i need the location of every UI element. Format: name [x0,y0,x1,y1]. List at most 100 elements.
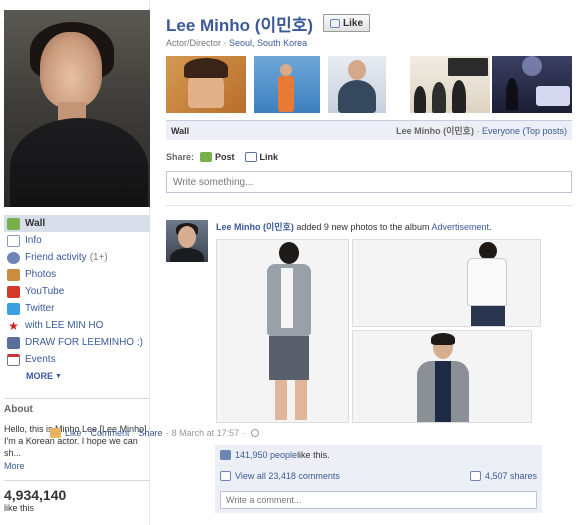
nav-item-label: YouTube [25,286,65,297]
page-likes: 4,934,140 like this [4,480,150,513]
likes-summary: 141,950 people like this. [215,445,542,466]
photo-1-shirt [281,268,293,328]
actions-separator: · [242,428,246,438]
photo-2-shirt [467,258,507,306]
like-page-button[interactable]: Like [323,14,371,32]
story-album-link[interactable]: Advertisement [431,222,489,232]
nav-item-info[interactable]: Info [4,232,150,249]
profile-picture[interactable] [4,10,150,207]
strip-photo-2[interactable] [254,56,320,113]
profile-body [10,118,148,207]
nav-item-label: Friend activity [25,252,87,263]
page-location-link[interactable]: Seoul, South Korea [229,38,307,48]
post-icon [200,152,213,162]
share-post-label: Post [215,152,235,162]
wall-bar-separator: · [473,126,482,136]
nav-item-label: Info [25,235,42,246]
nav-item-label: with LEE MIN HO [25,320,104,331]
strip-photo-3[interactable] [328,56,386,113]
strip-photo-4-fig3 [452,80,466,113]
wall-bar-page-name[interactable]: Lee Minho (이민호) [396,126,474,136]
nav-more-link[interactable]: MORE ▼ [4,368,150,384]
strip-photo-1[interactable] [166,56,246,113]
strip-photo-4[interactable] [410,56,490,113]
share-story-link[interactable]: Share [139,428,163,438]
link-icon [244,152,257,162]
calendar-icon [7,353,20,366]
view-comments[interactable]: View all 23,418 comments [220,471,340,481]
avatar-face [178,226,196,248]
actions-separator: · [84,428,88,438]
photo-3-sweater [435,361,451,422]
strip-photo-4-fig1 [414,86,426,113]
share-post-button[interactable]: Post [200,152,235,162]
likes-label: like this [4,503,35,513]
nav-item-wall[interactable]: Wall [4,215,150,232]
share-link-label: Link [259,152,279,162]
nav-item-twitter[interactable]: Twitter [4,300,150,317]
strip-photo-5[interactable] [492,56,572,113]
like-story-link[interactable]: Like [65,428,82,438]
chevron-down-icon: ▼ [55,372,62,380]
nav-item-draw-for-leeminho[interactable]: DRAW FOR LEEMINHO :) [4,334,150,351]
nav-item-count: (1+) [89,252,108,263]
nav-item-photos[interactable]: Photos [4,266,150,283]
nav-more-label: MORE [26,371,53,381]
comment-placeholder: Write a comment... [226,495,302,505]
photo-3-hair [431,333,455,345]
nav-item-youtube[interactable]: YouTube [4,283,150,300]
wall-bar-filter: Lee Minho (이민호) · Everyone (Top posts) [396,124,567,137]
thumbs-up-icon [330,18,341,28]
page-subtitle: Actor/Director · Seoul, South Korea [166,38,307,48]
about-more-link[interactable]: More [4,461,150,471]
actions-separator: · [132,428,136,438]
actions-separator: · [165,428,169,438]
story-text: added 9 new photos to the album [293,222,432,232]
nav-item-events[interactable]: Events [4,351,150,368]
comment-input[interactable]: Write a comment... [220,491,537,509]
photo-1-head [279,242,299,264]
story-avatar[interactable] [166,220,208,262]
app-icon [7,336,20,349]
nav-item-label: Twitter [25,303,55,314]
strip-photo-2-figure [280,64,292,76]
likes-suffix: like this. [297,450,330,460]
youtube-icon [7,285,20,298]
globe-icon [251,429,260,437]
strip-photo-5-light [522,56,542,76]
photo-2-pants [471,306,505,326]
comment-story-link[interactable]: Comment [91,428,130,438]
wall-bar-everyone-link[interactable]: Everyone (Top posts) [482,126,567,136]
photo-album-icon [50,428,61,438]
story-photo-3[interactable] [352,330,532,423]
strip-photo-2-body [278,76,294,112]
shares-link[interactable]: 4,507 shares [485,471,537,481]
photo-1-leg2 [295,380,307,420]
share-link-button[interactable]: Link [244,152,279,162]
avatar-body [170,248,204,262]
wall-filter-bar: Wall Lee Minho (이민호) · Everyone (Top pos… [166,120,572,140]
nav-item-with-lee-min-ho[interactable]: ★ with LEE MIN HO [4,317,150,334]
strip-photo-3-head [348,60,366,80]
thumbs-up-icon [220,450,231,460]
photo-strip [166,56,572,113]
nav-item-label: Photos [25,269,57,280]
story-timestamp[interactable]: 8 March at 17:57 [172,428,240,438]
nav-item-label: Events [25,354,56,365]
info-icon [7,234,20,247]
story-actions: Like · Comment · Share · 8 March at 17:5… [50,428,260,438]
page-title[interactable]: Lee Minho (이민호) [166,11,313,36]
view-comments-link[interactable]: View all 23,418 comments [235,471,340,481]
comments-summary: View all 23,418 comments 4,507 shares [215,466,542,487]
shares-count[interactable]: 4,507 shares [469,471,537,481]
story-photo-1[interactable] [216,239,349,423]
strip-photo-4-sign [448,58,488,76]
story-end: . [488,222,492,232]
share-label: Share: [166,152,195,162]
story-actor-link[interactable]: Lee Minho (이민호) [216,222,294,232]
nav-item-friend-activity[interactable]: Friend activity (1+) [4,249,150,266]
story-photo-2[interactable] [352,239,541,327]
status-composer[interactable]: Write something... [166,171,572,193]
nav-item-label: Wall [25,218,46,229]
likers-link[interactable]: 141,950 people [235,450,297,460]
